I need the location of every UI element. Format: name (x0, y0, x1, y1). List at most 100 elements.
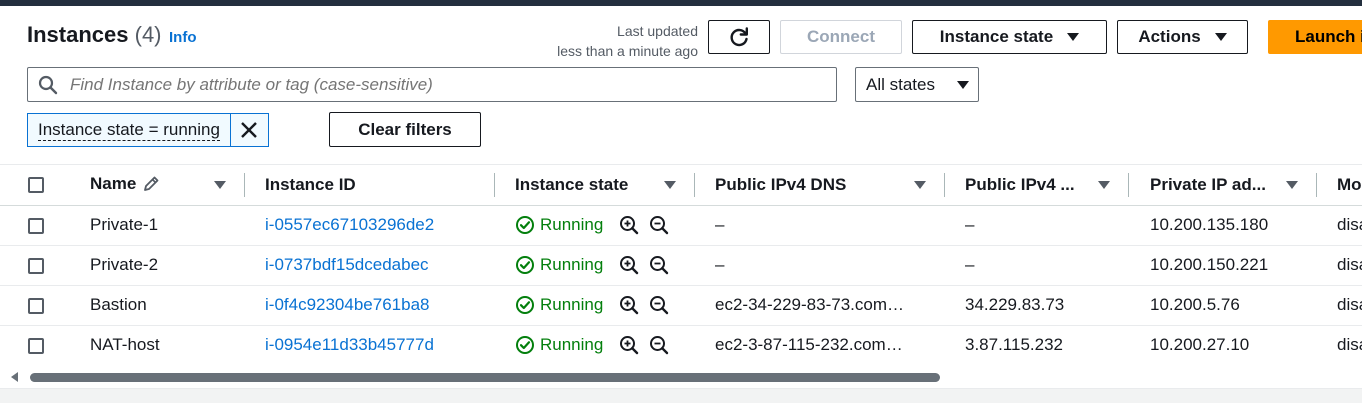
monitoring: disa (1337, 215, 1362, 234)
instance-name: Bastion (90, 295, 147, 314)
column-header-instance-id[interactable]: Instance ID (265, 175, 356, 195)
connect-button[interactable]: Connect (780, 20, 902, 54)
instance-state-status: Running (515, 255, 603, 275)
instance-state-button[interactable]: Instance state (912, 20, 1107, 54)
public-dns: ec2-3-87-115-232.com… (715, 335, 903, 354)
pencil-icon (142, 175, 160, 193)
column-separator[interactable] (494, 173, 495, 197)
private-ip: 10.200.135.180 (1150, 215, 1269, 234)
zoom-out-icon[interactable] (649, 215, 669, 235)
refresh-icon (728, 26, 750, 48)
last-updated-label: Last updated (617, 23, 698, 39)
instance-name: Private-1 (90, 215, 159, 234)
footer-area (0, 388, 1362, 403)
zoom-in-icon[interactable] (619, 295, 639, 315)
instance-id-link[interactable]: i-0954e11d33b45777d (265, 335, 434, 355)
page-title-text: Instances (27, 22, 129, 47)
zoom-out-icon[interactable] (649, 255, 669, 275)
scroll-left-arrow-icon[interactable] (11, 372, 18, 382)
last-updated-value: less than a minute ago (557, 43, 698, 59)
sort-caret-icon[interactable] (214, 181, 226, 189)
divider (0, 164, 1362, 165)
column-header-public-dns[interactable]: Public IPv4 DNS (715, 175, 846, 195)
column-header-monitoring[interactable]: Mo (1337, 175, 1362, 195)
info-link[interactable]: Info (169, 29, 197, 46)
public-dns: ec2-34-229-83-73.com… (715, 295, 904, 314)
instance-state-button-label: Instance state (939, 27, 1054, 46)
zoom-in-icon[interactable] (619, 215, 639, 235)
instance-state-text: Running (540, 335, 604, 354)
top-bar (0, 0, 1362, 6)
row-checkbox[interactable] (28, 338, 44, 354)
row-checkbox[interactable] (28, 298, 44, 314)
instance-state-text: Running (540, 295, 604, 314)
zoom-out-icon[interactable] (649, 335, 669, 355)
instance-state-text: Running (540, 215, 604, 234)
state-filter-select[interactable]: All states (855, 67, 979, 102)
sort-caret-icon[interactable] (1098, 181, 1110, 189)
public-ipv4: 3.87.115.232 (965, 335, 1063, 354)
public-ipv4: – (965, 215, 975, 234)
monitoring: disa (1337, 295, 1362, 314)
scrollbar-thumb[interactable] (30, 373, 940, 382)
close-icon (240, 121, 258, 139)
column-header-private-ip[interactable]: Private IP ad... (1150, 175, 1266, 195)
remove-filter-button[interactable] (231, 114, 268, 146)
instance-id-link[interactable]: i-0737bdf15dcedabec (265, 255, 429, 275)
instance-id-link[interactable]: i-0557ec67103296de2 (265, 215, 434, 235)
zoom-in-icon[interactable] (619, 335, 639, 355)
column-header-name[interactable]: Name (90, 174, 160, 194)
actions-button[interactable]: Actions (1117, 20, 1248, 54)
filter-token-label[interactable]: Instance state = running (28, 114, 231, 146)
column-header-instance-state[interactable]: Instance state (515, 175, 628, 195)
sort-caret-icon[interactable] (1286, 181, 1298, 189)
select-all-checkbox[interactable] (28, 177, 44, 193)
search-box[interactable] (27, 67, 837, 102)
column-separator[interactable] (1316, 173, 1317, 197)
sort-caret-icon[interactable] (664, 181, 676, 189)
actions-button-label: Actions (1138, 27, 1201, 46)
column-header-public-ipv4[interactable]: Public IPv4 ... (965, 175, 1075, 195)
status-check-icon (515, 255, 535, 275)
public-dns: – (715, 215, 725, 234)
column-separator[interactable] (244, 173, 245, 197)
row-checkbox[interactable] (28, 258, 44, 274)
status-check-icon (515, 335, 535, 355)
column-separator[interactable] (1128, 173, 1129, 197)
private-ip: 10.200.150.221 (1150, 255, 1269, 274)
column-separator[interactable] (944, 173, 945, 197)
zoom-in-icon[interactable] (619, 255, 639, 275)
sort-caret-icon[interactable] (914, 181, 926, 189)
last-updated: Last updated less than a minute ago (530, 21, 698, 61)
instance-name: NAT-host (90, 335, 160, 354)
monitoring: disa (1337, 335, 1362, 354)
search-input[interactable] (68, 73, 812, 96)
state-filter-value: All states (866, 74, 935, 94)
caret-down-icon (1067, 33, 1080, 41)
page-title: Instances (4) (27, 22, 162, 48)
zoom-out-icon[interactable] (649, 295, 669, 315)
monitoring: disa (1337, 255, 1362, 274)
public-dns: – (715, 255, 725, 274)
instance-state-status: Running (515, 335, 603, 355)
refresh-button[interactable] (708, 20, 770, 54)
clear-filters-button[interactable]: Clear filters (329, 112, 481, 147)
search-icon (38, 75, 58, 95)
instance-count: (4) (134, 22, 162, 47)
instance-state-text: Running (540, 255, 604, 274)
launch-instances-button[interactable]: Launch i (1268, 20, 1362, 54)
filter-token: Instance state = running (27, 113, 269, 147)
divider (0, 205, 1362, 206)
divider (0, 245, 1362, 246)
instance-name: Private-2 (90, 255, 159, 274)
caret-down-icon (956, 80, 969, 89)
private-ip: 10.200.5.76 (1150, 295, 1240, 314)
instance-state-status: Running (515, 215, 603, 235)
row-checkbox[interactable] (28, 218, 44, 234)
divider (0, 285, 1362, 286)
instance-state-status: Running (515, 295, 603, 315)
status-check-icon (515, 295, 535, 315)
instance-id-link[interactable]: i-0f4c92304be761ba8 (265, 295, 429, 315)
column-separator[interactable] (694, 173, 695, 197)
divider (0, 325, 1362, 326)
